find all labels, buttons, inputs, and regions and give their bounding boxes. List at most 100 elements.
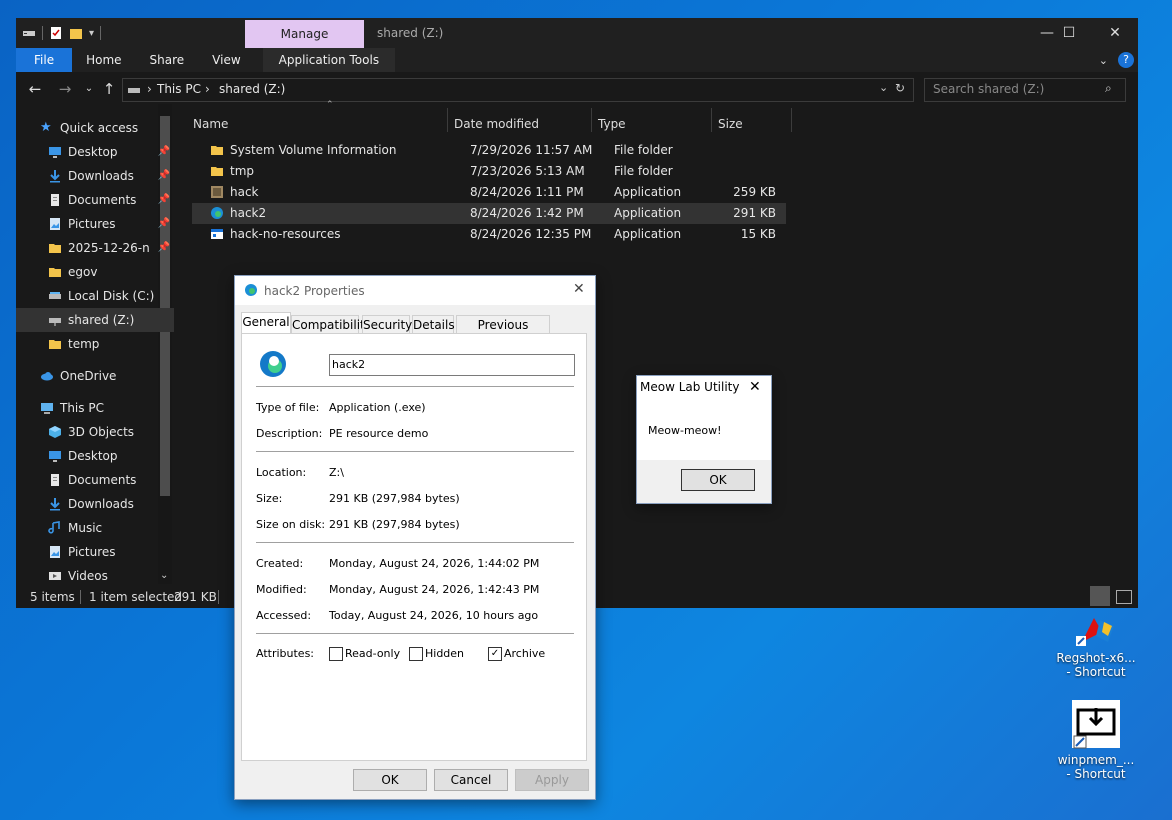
star-icon: ★ — [40, 120, 52, 135]
recent-locations-icon[interactable]: ⌄ — [78, 78, 100, 100]
file-name: System Volume Information — [230, 143, 397, 157]
search-box[interactable]: Search shared (Z:) ⌕ — [924, 78, 1126, 102]
breadcrumb-sep-icon: › — [147, 82, 152, 96]
desktop-icon-regshot[interactable]: Regshot-x6... - Shortcut — [1056, 612, 1136, 679]
pin-icon: 📌 — [157, 170, 170, 181]
address-row: ← → ⌄ ↑ › This PC › shared (Z:) ⌄ ↻ Sear… — [16, 74, 1138, 104]
manage-context-tab[interactable]: Manage — [245, 20, 364, 48]
nav-item[interactable]: Downloads — [16, 492, 174, 516]
file-row[interactable]: hack 8/24/2026 1:11 PM Application 259 KB — [192, 182, 786, 203]
tab-application-tools[interactable]: Application Tools — [262, 48, 396, 72]
property-value: PE resource demo — [329, 427, 429, 440]
checkbox-read-only[interactable] — [329, 647, 343, 661]
refresh-icon[interactable]: ↻ — [895, 81, 905, 95]
regshot-icon — [1076, 618, 1114, 646]
file-date: 7/29/2026 11:57 AM — [470, 143, 593, 157]
address-dropdown-icon[interactable]: ⌄ — [879, 81, 888, 94]
nav-onedrive[interactable]: OneDrive — [16, 364, 174, 388]
breadcrumb-shared[interactable]: shared (Z:) — [219, 82, 285, 96]
column-separator[interactable] — [791, 108, 792, 132]
nav-item[interactable]: egov — [16, 260, 174, 284]
close-button[interactable]: ✕ — [1092, 18, 1138, 48]
nav-item[interactable]: Videos — [16, 564, 174, 586]
nav-item[interactable]: Pictures — [16, 540, 174, 564]
ok-button[interactable]: OK — [681, 469, 755, 491]
tab-previous-versions[interactable]: Previous Versions — [456, 315, 550, 350]
file-row[interactable]: hack-no-resources 8/24/2026 12:35 PM Appli… — [192, 224, 786, 245]
file-row[interactable]: System Volume Information 7/29/2026 11:57… — [192, 140, 786, 161]
up-arrow-icon[interactable]: ↑ — [98, 78, 120, 100]
column-separator[interactable] — [447, 108, 448, 132]
nav-item[interactable]: Documents 📌 — [16, 188, 174, 212]
file-row[interactable]: tmp 7/23/2026 5:13 AM File folder — [192, 161, 786, 182]
edge-app-icon — [245, 284, 257, 296]
address-bar[interactable]: › This PC › shared (Z:) ⌄ ↻ — [122, 78, 914, 102]
file-row[interactable]: hack2 8/24/2026 1:42 PM Application 291 KB — [192, 203, 786, 224]
winpmem-icon — [1072, 700, 1120, 749]
checkbox-hidden[interactable] — [409, 647, 423, 661]
details-view-icon[interactable] — [1090, 586, 1110, 606]
large-icons-view-icon[interactable] — [1116, 590, 1132, 604]
column-size[interactable]: Size — [718, 112, 743, 136]
customize-toolbar-icon[interactable]: ▾ — [89, 28, 94, 39]
breadcrumb-this-pc[interactable]: This PC — [157, 82, 201, 96]
new-folder-icon[interactable] — [69, 26, 83, 40]
ok-button[interactable]: OK — [353, 769, 427, 791]
expand-ribbon-icon[interactable]: ⌄ — [1099, 54, 1108, 67]
column-type[interactable]: Type — [598, 112, 626, 136]
tab-home[interactable]: Home — [72, 48, 135, 72]
close-icon[interactable]: ✕ — [573, 281, 585, 297]
nav-quick-access[interactable]: ★ Quick access — [16, 116, 174, 140]
maximize-button[interactable]: ☐ — [1046, 18, 1092, 48]
drive-icon[interactable] — [22, 26, 36, 40]
toolbar-divider — [100, 26, 102, 40]
checkbox-archive[interactable]: ✓ — [488, 647, 502, 661]
close-icon[interactable]: ✕ — [749, 379, 761, 395]
properties-icon[interactable] — [49, 26, 63, 40]
file-size: 15 KB — [740, 227, 776, 241]
help-icon[interactable]: ? — [1118, 52, 1134, 68]
folder-icon — [49, 340, 61, 349]
property-value: 291 KB (297,984 bytes) — [329, 492, 460, 505]
nav-item[interactable]: Documents — [16, 468, 174, 492]
search-icon[interactable]: ⌕ — [1105, 81, 1112, 96]
file-date: 8/24/2026 12:35 PM — [470, 227, 592, 241]
property-label: Accessed: — [256, 609, 312, 622]
nav-item[interactable]: shared (Z:) — [16, 308, 174, 332]
tab-share[interactable]: Share — [136, 48, 199, 72]
nav-item[interactable]: temp — [16, 332, 174, 356]
cancel-button[interactable]: Cancel — [434, 769, 508, 791]
pin-icon: 📌 — [157, 146, 170, 157]
forward-arrow-icon[interactable]: → — [54, 78, 76, 100]
drive-icon — [49, 292, 61, 299]
nav-item[interactable]: Downloads 📌 — [16, 164, 174, 188]
nav-item[interactable]: Local Disk (C:) — [16, 284, 174, 308]
column-separator[interactable] — [591, 108, 592, 132]
nav-label: Music — [68, 521, 103, 535]
column-date-modified[interactable]: Date modified — [454, 112, 539, 136]
back-arrow-icon[interactable]: ← — [24, 78, 46, 100]
nav-item[interactable]: Desktop — [16, 444, 174, 468]
breadcrumb-sep-icon: › — [205, 82, 210, 96]
column-separator[interactable] — [711, 108, 712, 132]
column-name[interactable]: Name — [193, 112, 228, 136]
nav-scroll-down-icon[interactable]: ⌄ — [160, 570, 168, 581]
nav-item[interactable]: 2025-12-26-n 📌 — [16, 236, 174, 260]
nav-item[interactable]: 3D Objects — [16, 420, 174, 444]
nav-item[interactable]: Music — [16, 516, 174, 540]
nav-item[interactable]: Pictures 📌 — [16, 212, 174, 236]
filename-input[interactable]: hack2 — [329, 354, 575, 376]
nav-item[interactable]: Desktop 📌 — [16, 140, 174, 164]
nav-this-pc[interactable]: This PC — [16, 396, 174, 420]
tab-general[interactable]: General — [241, 312, 291, 334]
tab-file[interactable]: File — [16, 48, 73, 72]
tab-security[interactable]: Security — [362, 315, 412, 334]
cloud-icon — [41, 372, 53, 381]
tab-compatibility[interactable]: Compatibility — [291, 315, 372, 334]
tab-view[interactable]: View — [198, 48, 254, 72]
tab-details[interactable]: Details — [412, 315, 455, 334]
checkbox-label: Hidden — [425, 647, 465, 660]
pin-icon: 📌 — [157, 218, 170, 229]
apply-button[interactable]: Apply — [515, 769, 589, 791]
desktop-icon-winpmem[interactable]: winpmem_... - Shortcut — [1056, 700, 1136, 781]
